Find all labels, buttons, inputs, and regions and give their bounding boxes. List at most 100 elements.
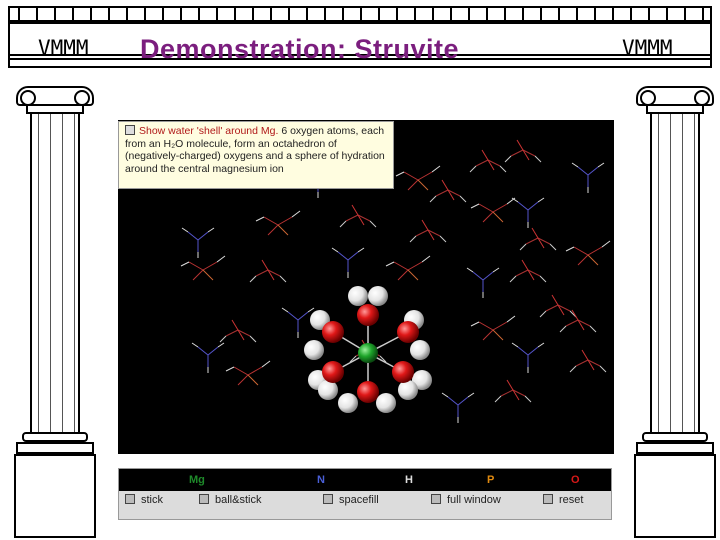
- full-window-option[interactable]: full window: [431, 494, 501, 506]
- tooltip-lead: Show water 'shell' around Mg.: [139, 125, 279, 137]
- vmmm-logo-left: VMMM: [38, 36, 89, 60]
- bond-stick: [511, 342, 519, 348]
- vmmm-logo-right: VMMM: [622, 36, 673, 60]
- bond-stick: [545, 304, 559, 312]
- bond-stick: [415, 229, 429, 237]
- bond-stick: [537, 197, 545, 203]
- bond-stick: [431, 165, 441, 173]
- bond-stick: [233, 366, 249, 376]
- bond-stick: [559, 325, 567, 333]
- bond-stick: [519, 243, 527, 251]
- spacefill-option[interactable]: spacefill: [323, 494, 379, 506]
- bond-stick: [403, 171, 419, 181]
- hydrogen-atom: [348, 286, 368, 306]
- bond-stick: [506, 379, 520, 401]
- bond-stick: [482, 329, 494, 341]
- bond-stick: [277, 224, 289, 236]
- bond-stick: [267, 224, 279, 236]
- bond-stick: [417, 179, 429, 191]
- bond-stick: [492, 211, 504, 223]
- hydrogen-atom: [410, 340, 430, 360]
- bond-stick: [197, 231, 209, 241]
- bond-stick: [255, 269, 269, 277]
- oxygen-atom: [397, 321, 419, 343]
- bond-stick: [577, 254, 589, 266]
- bond-stick: [231, 319, 245, 341]
- bond-stick: [261, 259, 275, 281]
- bond-stick: [478, 321, 494, 331]
- bond-stick: [347, 251, 359, 261]
- bond-stick: [481, 149, 495, 171]
- bond-stick: [569, 365, 577, 373]
- bond-stick: [551, 294, 565, 316]
- bond-stick: [357, 247, 365, 253]
- spacefill-checkbox-icon: [323, 494, 333, 504]
- bond-stick: [515, 269, 529, 277]
- bond-stick: [407, 269, 419, 281]
- bond-stick: [601, 240, 611, 248]
- bond-stick: [581, 349, 595, 371]
- bond-stick: [249, 275, 257, 283]
- page-title: Demonstration: Struvite: [140, 34, 460, 64]
- element-legend: Mg N H P O: [119, 469, 611, 491]
- bond-stick: [524, 395, 532, 403]
- bond-stick: [589, 325, 597, 333]
- hydrogen-atom: [368, 286, 388, 306]
- bond-stick: [255, 216, 265, 222]
- reset-option[interactable]: reset: [543, 494, 583, 506]
- bond-stick: [482, 271, 494, 281]
- bond-stick: [565, 319, 579, 327]
- bond-stick: [539, 310, 547, 318]
- bond-stick: [587, 246, 603, 256]
- entablature-band: [10, 22, 710, 24]
- bond-stick: [331, 247, 339, 253]
- bond-stick: [467, 392, 475, 398]
- bond-stick: [202, 269, 214, 281]
- bond-stick: [369, 220, 377, 228]
- bond-stick: [500, 389, 514, 397]
- bond-stick: [247, 366, 263, 376]
- bond-stick: [478, 203, 494, 213]
- bond-stick: [521, 259, 535, 281]
- bond-stick: [516, 139, 530, 161]
- bond-stick: [517, 201, 529, 211]
- water-shell-checkbox[interactable]: [125, 125, 135, 135]
- oxygen-atom: [357, 381, 379, 403]
- oxygen-atom: [392, 361, 414, 383]
- bond-stick: [237, 374, 249, 386]
- bond-stick: [492, 329, 504, 341]
- bond-stick: [447, 396, 459, 406]
- stick-option[interactable]: stick: [125, 494, 163, 506]
- bond-stick: [225, 366, 235, 372]
- full-window-label: full window: [447, 494, 501, 506]
- bond-stick: [345, 214, 359, 222]
- bond-stick: [202, 261, 218, 271]
- stick-checkbox-icon: [125, 494, 135, 504]
- bond-stick: [537, 342, 545, 348]
- bond-stick: [531, 227, 545, 249]
- bond-stick: [539, 275, 547, 283]
- bond-stick: [504, 155, 512, 163]
- bond-stick: [261, 360, 271, 368]
- bond-stick: [587, 254, 599, 266]
- oxygen-atom: [322, 321, 344, 343]
- bond-stick: [197, 346, 209, 356]
- bond-stick: [191, 342, 199, 348]
- dentil-band: [10, 8, 710, 22]
- bond-stick: [180, 261, 190, 267]
- reset-label: reset: [559, 494, 584, 506]
- ball-stick-option[interactable]: ball&stick: [199, 494, 261, 506]
- bond-stick: [297, 311, 309, 321]
- viewer-controls: Mg N H P O stick ball&stick spacefill fu…: [118, 468, 612, 520]
- bond-stick: [281, 307, 289, 313]
- bond-stick: [249, 335, 257, 343]
- stick-label: stick: [141, 494, 163, 506]
- legend-h: H: [405, 474, 413, 486]
- bond-stick: [472, 271, 484, 281]
- bond-stick: [506, 315, 516, 323]
- bond-stick: [395, 171, 405, 177]
- bond-stick: [219, 335, 227, 343]
- bond-stick: [291, 210, 301, 218]
- bond-stick: [577, 166, 589, 176]
- legend-mg: Mg: [189, 474, 205, 486]
